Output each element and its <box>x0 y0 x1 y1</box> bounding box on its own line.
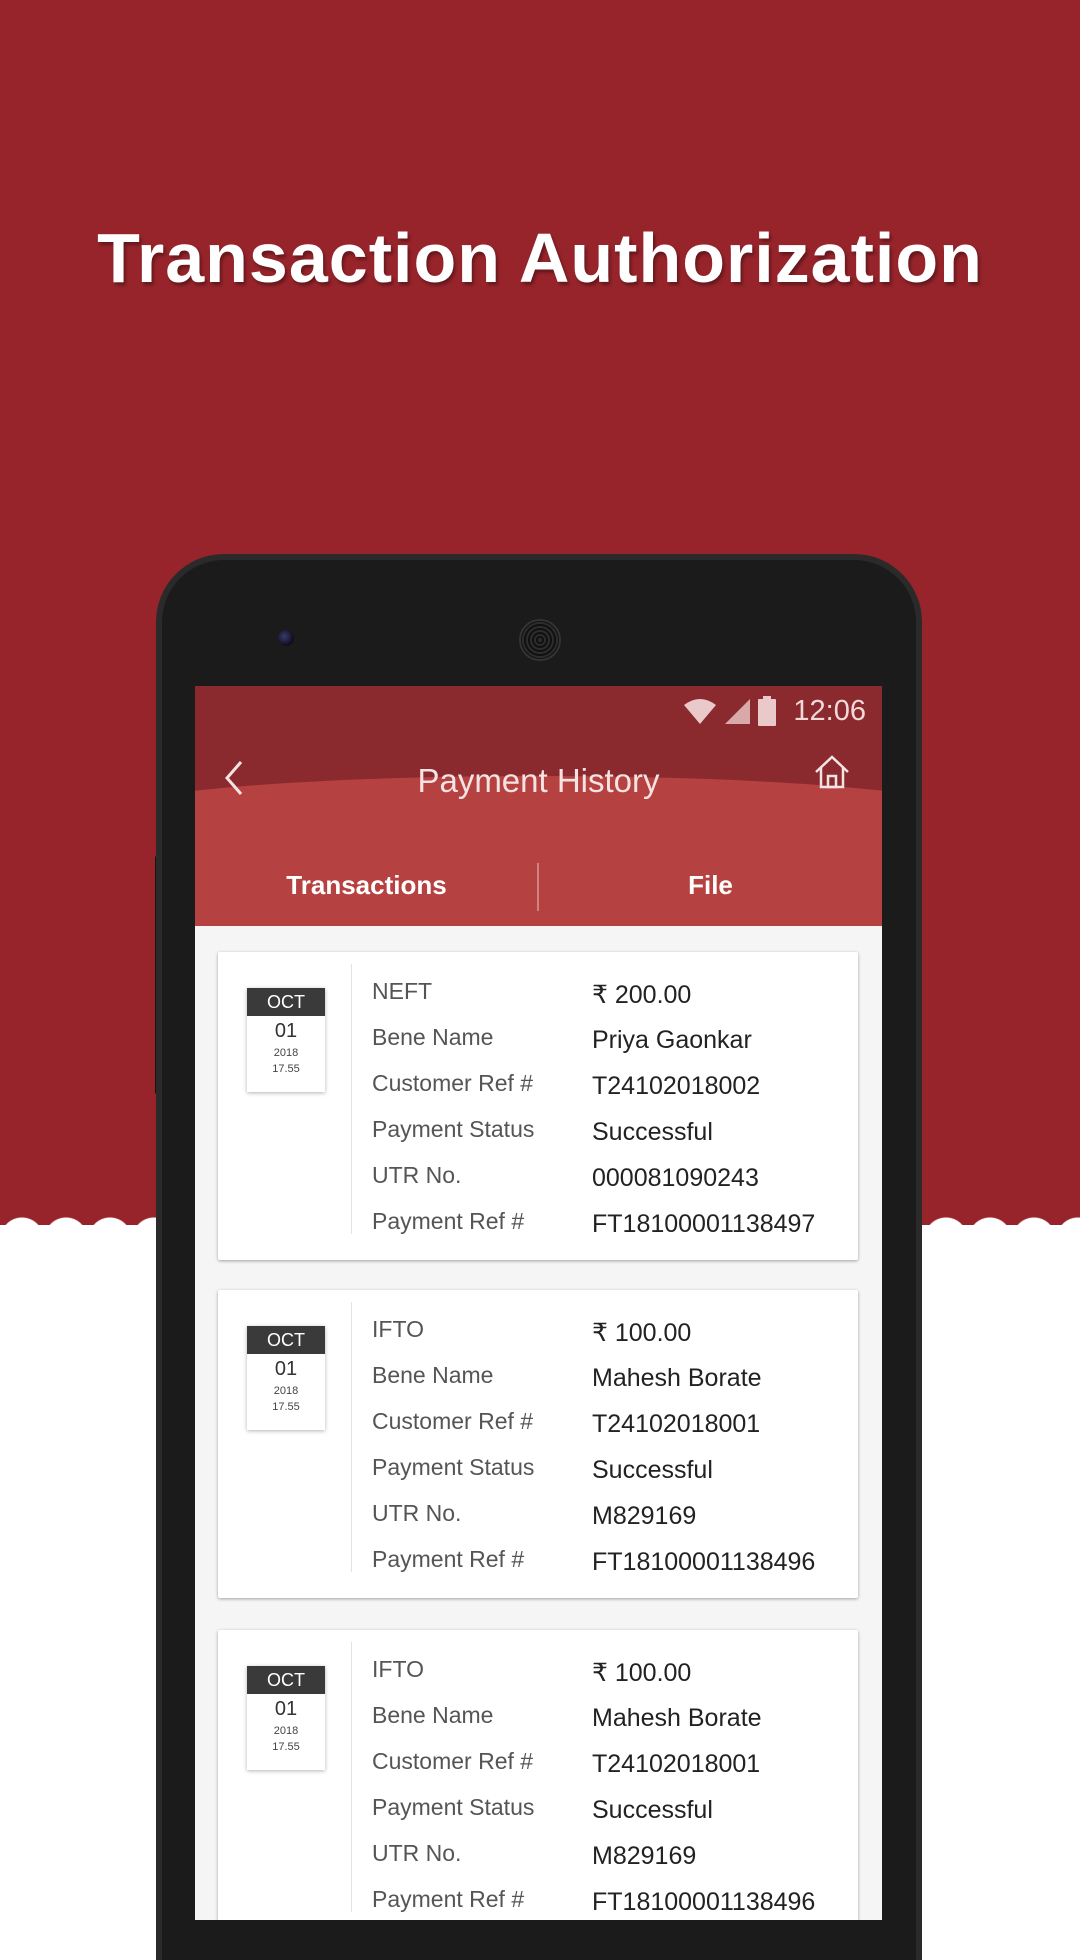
bene-name-label: Bene Name <box>372 1024 494 1050</box>
date-day: 01 <box>274 1358 298 1380</box>
earpiece-speaker-icon <box>519 619 561 661</box>
transaction-card[interactable]: OCT 01 2018 17.55 NEFT ₹ 200.00 Bene Name… <box>218 952 858 1260</box>
date-month: OCT <box>247 988 325 1016</box>
payment-ref-value: FT18100001138496 <box>592 1888 816 1916</box>
tab-transactions[interactable]: Transactions <box>195 813 538 926</box>
tab-bar: Transactions File <box>195 813 882 1053</box>
customer-ref-value: T24102018001 <box>592 1410 761 1438</box>
payment-ref-label: Payment Ref # <box>372 1886 525 1912</box>
transaction-list[interactable]: OCT 01 2018 17.55 NEFT ₹ 200.00 Bene Name… <box>195 926 882 1920</box>
date-time: 17.55 <box>272 1401 300 1413</box>
date-badge: OCT 01 2018 17.55 <box>247 988 325 1092</box>
bene-name-label: Bene Name <box>372 1362 494 1388</box>
customer-ref-value: T24102018001 <box>592 1750 761 1778</box>
wifi-icon <box>684 699 717 724</box>
phone-screen: 12:06 Payment History Transactions File … <box>195 686 882 1920</box>
page-title: Payment History <box>417 762 660 799</box>
customer-ref-label: Customer Ref # <box>372 1070 534 1096</box>
utr-no-value: M829169 <box>592 1842 697 1870</box>
date-badge: OCT 01 2018 17.55 <box>247 1666 325 1770</box>
bene-name-value: Mahesh Borate <box>592 1364 762 1392</box>
bene-name-value: Mahesh Borate <box>592 1704 762 1732</box>
bene-name-value: Priya Gaonkar <box>592 1026 752 1054</box>
utr-no-label: UTR No. <box>372 1840 462 1866</box>
tab-file[interactable]: File <box>539 813 882 926</box>
payment-status-value: Successful <box>592 1456 713 1484</box>
date-year: 2018 <box>273 1725 299 1737</box>
customer-ref-label: Customer Ref # <box>372 1748 534 1774</box>
customer-ref-label: Customer Ref # <box>372 1408 534 1434</box>
card-divider <box>351 1642 352 1912</box>
payment-status-value: Successful <box>592 1118 713 1146</box>
date-month: OCT <box>247 1666 325 1694</box>
card-divider <box>351 1302 352 1572</box>
transaction-type: IFTO <box>372 1316 424 1342</box>
utr-no-label: UTR No. <box>372 1500 462 1526</box>
utr-no-value: 000081090243 <box>592 1164 759 1192</box>
date-day: 01 <box>274 1020 298 1042</box>
home-icon[interactable] <box>812 752 852 792</box>
transaction-type: NEFT <box>372 978 433 1004</box>
date-year: 2018 <box>273 1047 299 1059</box>
transaction-card[interactable]: OCT 01 2018 17.55 IFTO ₹ 100.00 Bene Name… <box>218 1630 858 1920</box>
payment-ref-label: Payment Ref # <box>372 1546 525 1572</box>
date-time: 17.55 <box>272 1741 300 1753</box>
payment-status-label: Payment Status <box>372 1116 535 1142</box>
customer-ref-value: T24102018002 <box>592 1072 761 1100</box>
transaction-amount: ₹ 100.00 <box>592 1319 692 1347</box>
payment-ref-label: Payment Ref # <box>372 1208 525 1234</box>
status-bar: 12:06 <box>195 686 882 736</box>
date-year: 2018 <box>273 1385 299 1397</box>
payment-status-label: Payment Status <box>372 1454 535 1480</box>
utr-no-label: UTR No. <box>372 1162 462 1188</box>
payment-status-label: Payment Status <box>372 1794 535 1820</box>
transaction-amount: ₹ 100.00 <box>592 1659 692 1687</box>
front-camera-icon <box>278 630 294 646</box>
date-badge: OCT 01 2018 17.55 <box>247 1326 325 1430</box>
transaction-type: IFTO <box>372 1656 424 1682</box>
signal-icon <box>725 699 751 724</box>
date-time: 17.55 <box>272 1063 300 1075</box>
payment-ref-value: FT18100001138497 <box>592 1210 816 1238</box>
date-day: 01 <box>274 1698 298 1720</box>
promo-title: Transaction Authorization <box>97 219 983 297</box>
payment-ref-value: FT18100001138496 <box>592 1548 816 1576</box>
status-time: 12:06 <box>793 694 866 727</box>
bene-name-label: Bene Name <box>372 1702 494 1728</box>
battery-icon <box>757 696 777 726</box>
utr-no-value: M829169 <box>592 1502 697 1530</box>
transaction-amount: ₹ 200.00 <box>592 981 692 1009</box>
payment-status-value: Successful <box>592 1796 713 1824</box>
date-month: OCT <box>247 1326 325 1354</box>
transaction-card[interactable]: OCT 01 2018 17.55 IFTO ₹ 100.00 Bene Name… <box>218 1290 858 1598</box>
card-divider <box>351 964 352 1234</box>
